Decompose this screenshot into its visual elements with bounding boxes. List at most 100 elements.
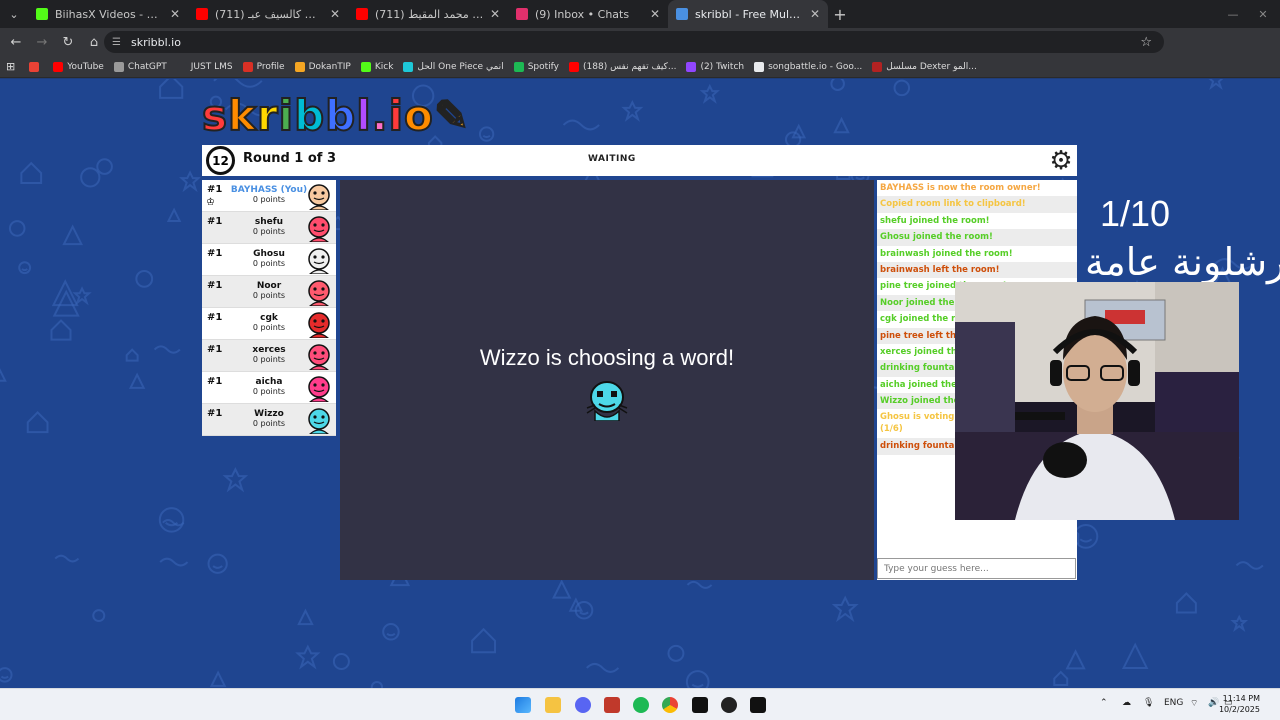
weather-icon[interactable]: ☁ (1122, 698, 1131, 708)
browser-tab[interactable]: BiihasX Videos - Watch On-Dem ✕ (28, 0, 188, 28)
back-button[interactable]: ← (4, 35, 28, 50)
browser-tab[interactable]: (711) عروسة النور - محمد المقيط ✕ (348, 0, 508, 28)
player-row[interactable]: #1 Noor 0 points (202, 276, 336, 308)
toolbar: ← → ↻ ⌂ ☰ skribbl.io ☆ ⧉ ≡ ⋮ (0, 28, 1280, 77)
bookmark-label: Spotify (527, 61, 559, 72)
spotify-icon[interactable] (633, 697, 649, 713)
doodle-shape (135, 269, 154, 288)
bookmark-item[interactable]: YouTube (53, 61, 104, 72)
overlay-arabic-text: برشلونة عامة (1085, 240, 1280, 284)
chat-message: brainwash joined the room! (880, 248, 1013, 259)
app-icon-2[interactable] (692, 697, 708, 713)
url-text: skribbl.io (130, 35, 181, 49)
doodle-shape (471, 627, 497, 654)
tab-close-icon[interactable]: ✕ (810, 7, 820, 21)
mic-icon[interactable]: 🎙 (1143, 698, 1154, 708)
chrome-icon[interactable] (662, 697, 678, 713)
tab-search-button[interactable]: ⌄ (0, 0, 28, 28)
language-indicator[interactable]: ENG (1164, 698, 1183, 708)
close-window-button[interactable]: ✕ (1246, 0, 1280, 28)
tab-close-icon[interactable]: ✕ (170, 7, 180, 21)
start-button-icon[interactable] (515, 697, 531, 713)
player-avatar (308, 280, 330, 306)
player-row[interactable]: #1 Wizzo 0 points (202, 404, 336, 436)
new-tab-button[interactable]: + (828, 5, 852, 24)
doodle-shape (209, 670, 227, 687)
logo-letter: i (388, 91, 404, 140)
tab-close-icon[interactable]: ✕ (650, 7, 660, 21)
logo-letter: i (278, 91, 295, 140)
browser-tab[interactable]: skribbl - Free Multiplayer Draw ✕ (668, 0, 828, 28)
discord-icon[interactable] (575, 697, 591, 713)
bookmark-icon (872, 61, 883, 72)
round-indicator: Round 1 of 3 (243, 151, 337, 166)
bookmark-item[interactable]: مسلسل Dexter المو... (872, 61, 977, 72)
doodle-shape (332, 652, 350, 670)
tab-close-icon[interactable]: ✕ (490, 7, 500, 21)
terminal-icon[interactable] (750, 697, 766, 713)
player-points: 0 points (252, 323, 286, 332)
bookmark-label: Kick (374, 61, 394, 72)
file-explorer-icon[interactable] (545, 697, 561, 713)
bookmark-item[interactable]: (188) كيف تفهم نفس... (569, 61, 676, 72)
guess-input[interactable] (882, 563, 1071, 575)
doodle-shape (552, 579, 572, 599)
player-row[interactable]: #1 Ghosu 0 points (202, 244, 336, 276)
browser-tab[interactable]: (711) أنشودة | ماض كالسيف عبـ ✕ (188, 0, 348, 28)
doodle-shape (178, 170, 202, 193)
bookmark-label: JUST LMS (190, 61, 233, 72)
bookmark-icon (113, 61, 124, 72)
browser-tab[interactable]: (9) Inbox • Chats ✕ (508, 0, 668, 28)
logo-letter: k (227, 91, 257, 140)
player-row[interactable]: #1 xerces 0 points (202, 340, 336, 372)
reload-button[interactable]: ↻ (56, 35, 80, 50)
bookmark-item[interactable]: الحل One Piece انمي (403, 61, 504, 72)
minimize-button[interactable]: — (1216, 0, 1250, 28)
bookmark-item[interactable] (29, 61, 43, 72)
apps-icon[interactable]: ⊞ (6, 60, 15, 73)
tray-chevron-icon[interactable]: ⌃ (1100, 698, 1108, 708)
obs-icon[interactable] (721, 697, 737, 713)
bookmark-item[interactable]: ChatGPT (113, 61, 167, 72)
player-avatar (308, 376, 330, 402)
bookmark-star-icon[interactable]: ☆ (1140, 35, 1152, 50)
bookmark-item[interactable]: Kick (360, 61, 394, 72)
pencil-icon: ✎ (433, 91, 471, 140)
player-row[interactable]: #1 aicha 0 points (202, 372, 336, 404)
forward-button[interactable]: → (30, 35, 54, 50)
bookmark-item[interactable]: JUST LMS (176, 61, 233, 72)
timer-value: 12 (212, 153, 229, 168)
home-button[interactable]: ⌂ (82, 35, 106, 50)
bookmark-icon (360, 61, 371, 72)
doodle-shape (667, 644, 685, 662)
app-icon[interactable] (604, 697, 620, 713)
player-avatar (308, 248, 330, 274)
doodle-shape (128, 372, 146, 389)
drawing-canvas[interactable]: Wizzo is choosing a word! (340, 180, 874, 580)
tab-title: (711) أنشودة | ماض كالسيف عبـ (215, 7, 324, 21)
site-info-icon[interactable]: ☰ (112, 37, 121, 48)
player-avatar (308, 408, 330, 434)
address-bar[interactable]: ☰ skribbl.io ☆ (104, 31, 1164, 53)
doodle-shape (685, 670, 710, 688)
player-row[interactable]: #1 cgk 0 points (202, 308, 336, 340)
network-icon[interactable]: ⌔ (1190, 698, 1198, 709)
bookmark-item[interactable]: Profile (242, 61, 285, 72)
tab-close-icon[interactable]: ✕ (330, 7, 340, 21)
bookmark-icon (403, 61, 414, 72)
volume-icon[interactable]: 🔊 (1208, 698, 1219, 708)
player-row[interactable]: #1 shefu 0 points (202, 212, 336, 244)
taskbar-clock[interactable]: 11:14 PM 10/2/2025 (1219, 693, 1260, 715)
bookmark-icon (686, 61, 697, 72)
player-row[interactable]: #1 ♔ BAYHASS (You) 0 points (202, 180, 336, 212)
bookmark-item[interactable]: Spotify (513, 61, 559, 72)
doodle-shape (18, 261, 32, 275)
guess-input-box[interactable] (877, 558, 1076, 579)
doodle-shape (0, 368, 7, 382)
doodle-shape (8, 220, 26, 237)
bookmark-item[interactable]: songbattle.io - Goo... (754, 61, 862, 72)
bookmark-item[interactable]: (2) Twitch (686, 61, 745, 72)
settings-gear-icon[interactable]: ⚙ (1047, 147, 1075, 175)
bookmark-label: (2) Twitch (700, 61, 745, 72)
bookmark-item[interactable]: DokanTIP (294, 61, 351, 72)
